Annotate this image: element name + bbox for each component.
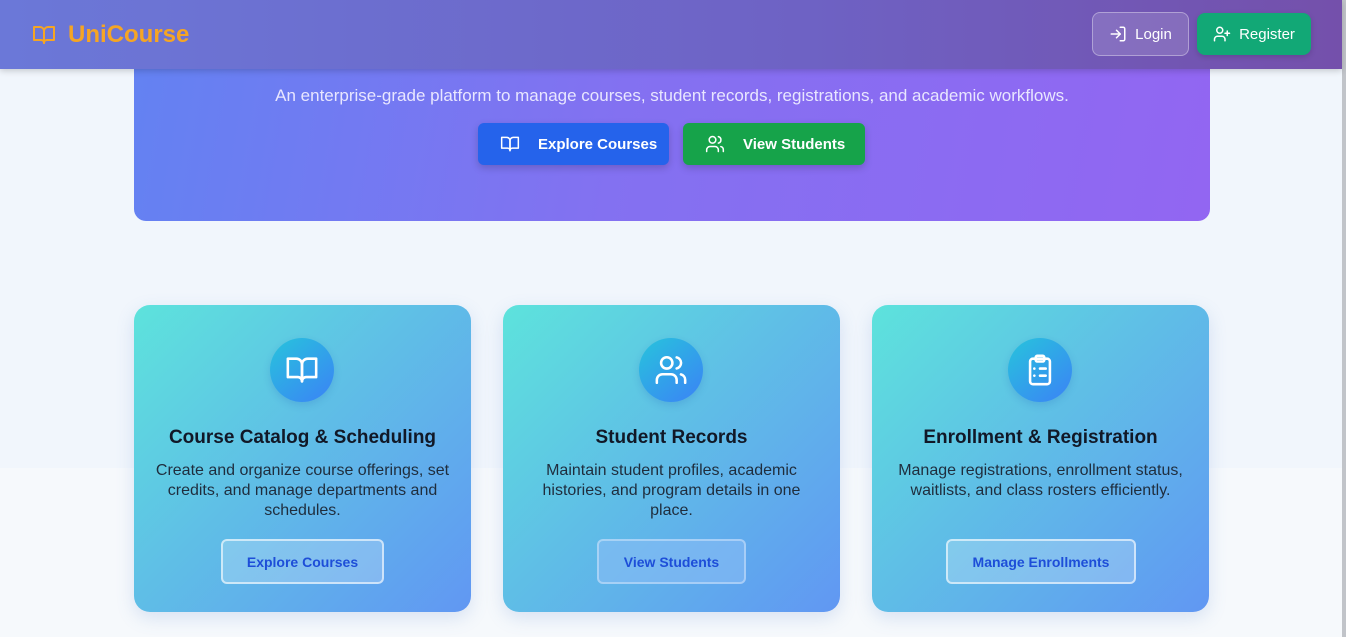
explore-courses-label: Explore Courses <box>538 135 658 153</box>
card-description: Create and organize course offerings, se… <box>155 462 450 519</box>
feature-card-course-catalog: Course Catalog & Scheduling Create and o… <box>134 305 471 612</box>
book-open-icon <box>33 26 55 44</box>
brand-logo-link[interactable]: UniCourse <box>32 20 189 50</box>
login-button[interactable]: Login <box>1092 12 1189 56</box>
card-description: Maintain student profiles, academic hist… <box>542 462 801 519</box>
card-title: Student Records <box>595 427 748 448</box>
card-icon-badge <box>270 338 334 402</box>
card-title: Course Catalog & Scheduling <box>168 427 437 448</box>
feature-card-enrollment: Enrollment & Registration Manage registr… <box>872 305 1209 612</box>
explore-courses-card-button[interactable]: Explore Courses <box>221 539 384 584</box>
book-open-icon <box>286 357 318 383</box>
card-icon-badge <box>1008 338 1072 402</box>
view-students-card-button[interactable]: View Students <box>597 539 746 584</box>
login-label: Login <box>1135 25 1172 43</box>
register-button[interactable]: Register <box>1197 13 1311 55</box>
explore-courses-button[interactable]: Explore Courses <box>478 123 669 165</box>
scrollbar-thumb[interactable] <box>1342 0 1346 637</box>
hero-subtitle: An enterprise-grade platform to manage c… <box>275 86 1069 105</box>
users-icon <box>705 135 725 153</box>
card-title: Enrollment & Registration <box>923 427 1158 448</box>
view-students-button[interactable]: View Students <box>683 123 865 165</box>
log-in-icon <box>1110 26 1126 42</box>
card-icon-badge <box>639 338 703 402</box>
book-open-icon <box>500 136 520 152</box>
top-navbar: UniCourse Login Register <box>0 0 1342 69</box>
view-students-label: View Students <box>743 135 846 153</box>
manage-enrollments-card-button[interactable]: Manage Enrollments <box>946 539 1136 584</box>
card-description: Manage registrations, enrollment status,… <box>898 462 1183 499</box>
brand-name: UniCourse <box>68 21 190 48</box>
feature-card-student-records: Student Records Maintain student profile… <box>503 305 840 612</box>
users-icon <box>655 355 687 385</box>
register-label: Register <box>1239 25 1295 43</box>
clipboard-list-icon <box>1028 354 1052 386</box>
user-plus-icon <box>1213 26 1231 42</box>
